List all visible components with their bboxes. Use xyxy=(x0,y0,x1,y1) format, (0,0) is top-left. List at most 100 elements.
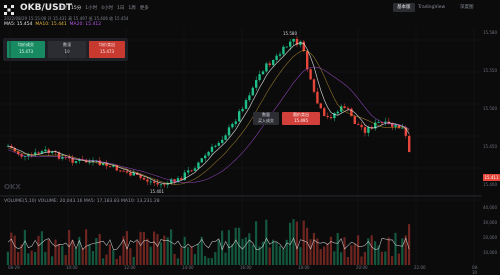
volume-bar xyxy=(275,242,278,265)
sell-tooltip[interactable]: 限价卖出 15.495 xyxy=(282,112,320,125)
candle-body xyxy=(367,126,370,133)
candle-body xyxy=(37,152,40,154)
candle-body xyxy=(285,46,288,48)
volume-bar xyxy=(302,220,305,265)
low-price-marker: 15.401 xyxy=(150,189,164,194)
volume-bar xyxy=(40,231,43,265)
volume-bar xyxy=(47,239,50,265)
volume-bar xyxy=(265,219,268,265)
candle-body xyxy=(360,124,363,128)
candle-body xyxy=(244,100,248,109)
timeframe-0[interactable]: 分时 xyxy=(58,5,67,11)
volume-bar xyxy=(91,251,94,265)
high-price-marker: 15.580 xyxy=(283,31,297,36)
volume-bar xyxy=(146,238,149,265)
candlestick-chart[interactable] xyxy=(0,28,500,273)
volume-bar xyxy=(81,248,84,265)
volume-bar xyxy=(251,244,254,265)
volume-bar xyxy=(139,231,142,265)
price-tick: 15.400 xyxy=(483,182,497,187)
volume-tick: 20,000 xyxy=(483,235,497,240)
price-tick: 15.450 xyxy=(483,144,497,149)
ma-readout: MA5: 15.454 MA10: 15.441 MA20: 15.412 xyxy=(4,22,101,27)
volume-bar xyxy=(13,235,16,265)
time-tick: 18:00 xyxy=(298,265,310,270)
candle-body xyxy=(278,54,282,56)
candle-body xyxy=(265,63,268,72)
volume-bar xyxy=(23,229,26,265)
candle-body xyxy=(44,149,47,152)
volume-bar xyxy=(193,254,196,265)
volume-bar xyxy=(207,258,210,265)
volume-bar xyxy=(27,253,30,265)
candle-body xyxy=(312,79,316,92)
price-axis: 15.580 15.550 15.500 15.450 15.400 xyxy=(483,30,500,190)
candle-body xyxy=(401,127,404,129)
volume-bar xyxy=(309,239,312,265)
candle-body xyxy=(170,179,173,183)
time-tick: 10:00 xyxy=(66,265,78,270)
candle-body xyxy=(190,170,193,172)
candle-body xyxy=(238,111,241,122)
volume-bar xyxy=(329,236,332,265)
timeframe-3[interactable]: 4小时 xyxy=(101,5,113,11)
volume-bar xyxy=(370,235,373,265)
volume-bar xyxy=(397,253,400,265)
candle-body xyxy=(282,46,285,55)
volume-bar xyxy=(190,246,193,265)
volume-bar xyxy=(268,247,271,265)
timeframe-6[interactable]: 更多 xyxy=(140,5,149,11)
volume-bar xyxy=(224,252,227,265)
volume-bar xyxy=(319,249,322,265)
volume-axis: 40,000 30,000 20,000 10,000 xyxy=(483,205,500,265)
volume-bar xyxy=(312,233,315,265)
volume-bar xyxy=(214,252,217,265)
time-tick: 22:00 xyxy=(414,265,426,270)
timeframe-4[interactable]: 1日 xyxy=(117,5,124,11)
price-tick: 15.500 xyxy=(483,106,497,111)
time-axis: 08-29 10:00 12:00 14:00 16:00 18:00 20:00 22:00… xyxy=(0,265,483,275)
tab-tradingview[interactable]: TradingView xyxy=(414,3,449,12)
volume-bar xyxy=(234,227,237,265)
volume-bar xyxy=(350,245,353,265)
timeframe-1[interactable]: 15分 xyxy=(71,5,81,11)
volume-bar xyxy=(142,232,145,265)
timeframe-2[interactable]: 1小时 xyxy=(85,5,97,11)
volume-bar xyxy=(6,251,9,265)
time-tick: 08-29 xyxy=(8,265,20,270)
volume-bar xyxy=(68,229,71,265)
volume-bar xyxy=(394,232,397,265)
time-tick: 12:00 xyxy=(124,265,136,270)
volume-bar xyxy=(336,233,339,265)
candle-body xyxy=(261,71,265,75)
tab-basic[interactable]: 基本版 xyxy=(393,3,415,12)
volume-bar xyxy=(57,244,60,265)
volume-bar xyxy=(30,250,33,265)
tab-depth[interactable]: 深度图 xyxy=(456,3,478,12)
volume-bars xyxy=(6,219,411,265)
candle-body xyxy=(163,184,166,186)
timeframe-5[interactable]: 1周 xyxy=(128,5,135,11)
candle-body xyxy=(224,135,227,140)
volume-bar xyxy=(129,248,132,265)
volume-bar xyxy=(64,255,67,265)
volume-bar xyxy=(401,238,404,265)
volume-bar xyxy=(136,240,139,265)
volume-bar xyxy=(278,246,281,265)
candle-body xyxy=(258,74,261,81)
volume-bar xyxy=(248,233,251,265)
volume-bar xyxy=(163,235,166,265)
candle-body xyxy=(214,145,217,147)
candle-body xyxy=(255,80,258,88)
volume-bar xyxy=(71,239,74,265)
buy-tooltip[interactable]: 数量 买入成交 xyxy=(253,112,279,125)
candle-body xyxy=(251,87,254,96)
candle-body xyxy=(377,122,380,123)
price-tick: 15.550 xyxy=(483,68,497,73)
candle-body xyxy=(231,123,234,128)
volume-tick: 30,000 xyxy=(483,220,497,225)
volume-bar xyxy=(51,256,54,265)
volume-bar xyxy=(217,240,220,265)
volume-bar xyxy=(295,221,298,265)
candle-body xyxy=(363,127,367,133)
